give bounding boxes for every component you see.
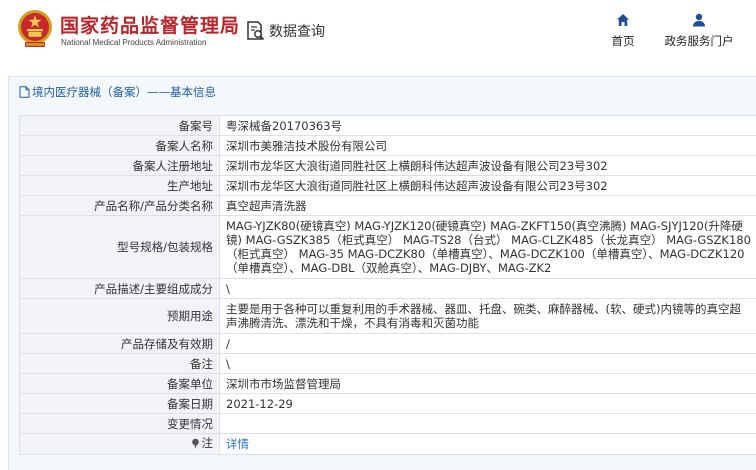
table-row: 备案号 粤深械备20170363号 — [19, 115, 756, 136]
site-subtitle: National Medical Products Administration — [61, 38, 207, 47]
field-label: 备案人名称 — [19, 135, 220, 156]
user-icon — [693, 13, 705, 27]
field-label: 备案号 — [19, 115, 220, 136]
table-row: 备案日期 2021-12-29 — [19, 393, 756, 414]
field-value: 深圳市市场监督管理局 — [219, 373, 756, 394]
field-label: 变更情况 — [19, 413, 220, 434]
table-row: 备案单位 深圳市市场监督管理局 — [19, 373, 756, 394]
table-row: 备案人名称 深圳市美雅洁技术股份有限公司 — [19, 135, 756, 156]
details-link[interactable]: 详情 — [226, 437, 249, 451]
field-value: MAG-YJZK80(硬镜真空) MAG-YJZK120(硬镜真空) MAG-Z… — [219, 215, 756, 279]
field-value: / — [219, 333, 756, 354]
field-value: 真空超声清洗器 — [219, 195, 756, 216]
table-row: 变更情况 — [19, 413, 756, 434]
nav-service-portal-label: 政务服务门户 — [664, 34, 734, 48]
field-label: 预期用途 — [19, 298, 220, 334]
field-label: 备案单位 — [19, 373, 220, 394]
field-value: 粤深械备20170363号 — [219, 115, 756, 136]
note-label: 注 — [191, 436, 214, 450]
field-value — [219, 413, 756, 434]
field-label: 产品描述/主要组成成分 — [19, 278, 220, 299]
record-info-table: 备案号 粤深械备20170363号 备案人名称 深圳市美雅洁技术股份有限公司 备… — [19, 115, 756, 455]
breadcrumb-text[interactable]: 境内医疗器械（备案）——基本信息 — [32, 84, 216, 100]
note-label-cell: 注 — [19, 433, 220, 455]
field-label: 产品名称/产品分类名称 — [19, 195, 220, 216]
nav-service-portal[interactable]: 政务服务门户 — [660, 13, 738, 49]
breadcrumb: 境内医疗器械（备案）——基本信息 — [19, 84, 216, 100]
table-row: 生产地址 深圳市龙华区大浪街道同胜社区上横朗科伟达超声波设备有限公司23号302 — [19, 175, 756, 196]
field-label: 产品存储及有效期 — [19, 333, 220, 354]
nav-home-label: 首页 — [611, 34, 635, 48]
field-label: 型号规格/包装规格 — [19, 215, 220, 279]
table-row: 产品名称/产品分类名称 真空超声清洗器 — [19, 195, 756, 216]
field-label: 生产地址 — [19, 175, 220, 196]
table-row: 产品存储及有效期 / — [19, 333, 756, 354]
field-value: 主要是用于各种可以重复利用的手术器械、器皿、托盘、碗类、麻醉器械、(软、硬式)内… — [219, 298, 756, 334]
table-row: 产品描述/主要组成成分 \ — [19, 278, 756, 299]
home-icon — [617, 14, 629, 26]
field-value: \ — [219, 353, 756, 374]
document-icon — [19, 86, 30, 98]
data-query-link[interactable]: 数据查询 — [246, 19, 325, 43]
detail-panel: 境内医疗器械（备案）——基本信息 备案号 粤深械备20170363号 备案人名称… — [8, 76, 756, 470]
data-query-label: 数据查询 — [269, 24, 325, 40]
field-label: 备案人注册地址 — [19, 155, 220, 176]
table-row-note: 注 详情 — [19, 433, 756, 455]
field-value: 深圳市美雅洁技术股份有限公司 — [219, 135, 756, 156]
field-label: 备案日期 — [19, 393, 220, 414]
site-title: 国家药品监督管理局 — [60, 15, 241, 37]
national-emblem-icon — [18, 10, 52, 47]
table-row: 型号规格/包装规格 MAG-YJZK80(硬镜真空) MAG-YJZK120(硬… — [19, 215, 756, 279]
site-header: 国家药品监督管理局 National Medical Products Admi… — [0, 0, 756, 66]
note-value-cell: 详情 — [219, 433, 756, 455]
note-label-text: 注 — [201, 436, 214, 450]
nav-home[interactable]: 首页 — [606, 13, 640, 49]
field-value: 深圳市龙华区大浪街道同胜社区上横朗科伟达超声波设备有限公司23号302 — [219, 175, 756, 196]
table-row: 备注 \ — [19, 353, 756, 374]
table-row: 预期用途 主要是用于各种可以重复利用的手术器械、器皿、托盘、碗类、麻醉器械、(软… — [19, 298, 756, 334]
table-row: 备案人注册地址 深圳市龙华区大浪街道同胜社区上横朗科伟达超声波设备有限公司23号… — [19, 155, 756, 176]
data-query-icon — [247, 21, 265, 41]
field-label: 备注 — [19, 353, 220, 374]
field-value: 2021-12-29 — [219, 393, 756, 414]
pin-icon — [191, 438, 199, 449]
field-value: 深圳市龙华区大浪街道同胜社区上横朗科伟达超声波设备有限公司23号302 — [219, 155, 756, 176]
field-value: \ — [219, 278, 756, 299]
